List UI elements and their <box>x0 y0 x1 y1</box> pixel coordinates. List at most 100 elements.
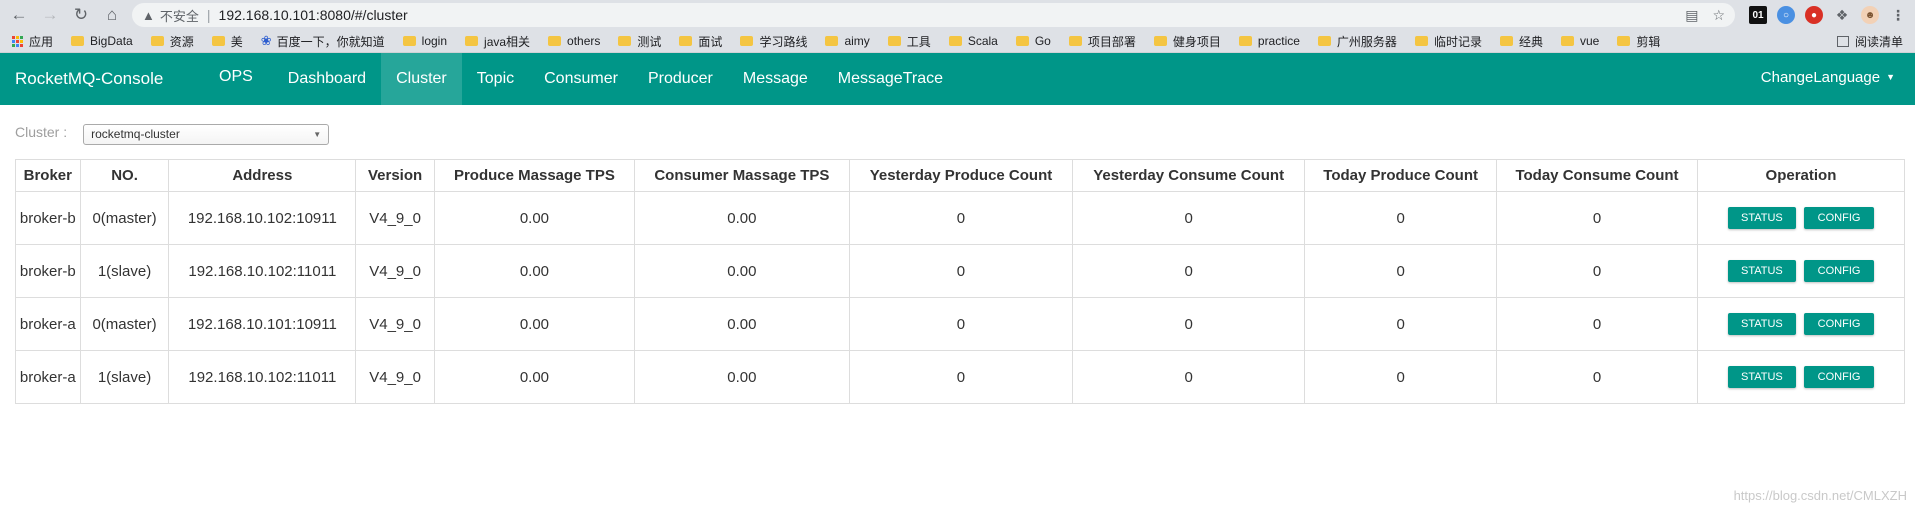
nav-label: Message <box>742 70 808 87</box>
bookmark-apps[interactable]: 应用 <box>12 33 53 50</box>
nav-cluster[interactable]: Cluster <box>381 53 462 105</box>
cell-today-produce: 0 <box>1304 244 1498 298</box>
bookmark-item[interactable]: 广州服务器 <box>1317 33 1397 50</box>
bookmark-item[interactable]: login <box>402 34 448 48</box>
bookmark-item[interactable]: practice <box>1238 34 1300 48</box>
bookmark-item[interactable]: 经典 <box>1499 33 1543 50</box>
translate-icon[interactable]: ▤ <box>1685 7 1698 24</box>
cell-operation: STATUS CONFIG <box>1696 191 1906 245</box>
extension-01-icon[interactable]: 01 <box>1749 6 1767 24</box>
cell-today-consume: 0 <box>1496 244 1698 298</box>
cell-yesterday-produce: 0 <box>848 297 1074 351</box>
nav-producer[interactable]: Producer <box>633 53 728 105</box>
config-button[interactable]: CONFIG <box>1804 313 1875 335</box>
star-icon[interactable]: ☆ <box>1712 7 1725 24</box>
cell-produce-tps: 0.00 <box>433 297 635 351</box>
bookmark-item[interactable]: 项目部署 <box>1068 33 1136 50</box>
bookmark-item[interactable]: BigData <box>71 34 133 48</box>
nav-message[interactable]: Message <box>728 53 823 105</box>
config-button[interactable]: CONFIG <box>1804 260 1875 282</box>
extension-search-icon[interactable]: ○ <box>1777 6 1795 24</box>
cell-version: V4_9_0 <box>355 191 435 245</box>
bookmark-item[interactable]: 工具 <box>887 33 931 50</box>
puzzle-icon[interactable]: ❖ <box>1833 6 1851 24</box>
nav-label: MessageTrace <box>837 70 944 87</box>
status-button[interactable]: STATUS <box>1727 313 1796 335</box>
nav-ops[interactable]: OPS <box>212 51 273 103</box>
back-icon[interactable]: ← <box>8 4 30 26</box>
cell-today-consume: 0 <box>1496 350 1698 404</box>
status-button[interactable]: STATUS <box>1727 207 1796 229</box>
nav-consumer[interactable]: Consumer <box>529 53 633 105</box>
extension-record-icon[interactable]: ● <box>1805 6 1823 24</box>
apps-grid-icon <box>12 35 23 47</box>
cell-operation: STATUS CONFIG <box>1696 244 1906 298</box>
chevron-down-icon: ▼ <box>313 129 322 139</box>
bookmark-item[interactable]: 学习路线 <box>740 33 807 50</box>
nav-topic[interactable]: Topic <box>462 53 529 105</box>
bookmark-label: vue <box>1579 34 1600 48</box>
bookmark-item[interactable]: 剪辑 <box>1617 33 1660 50</box>
brand-title[interactable]: RocketMQ-Console <box>0 69 212 89</box>
bookmark-item[interactable]: 面试 <box>679 33 722 50</box>
bookmark-label: Go <box>1034 34 1051 48</box>
caret-down-icon: ▼ <box>1886 72 1895 82</box>
bookmark-item[interactable]: java相关 <box>465 33 530 50</box>
header-broker: Broker <box>15 159 81 192</box>
header-today-produce: Today Produce Count <box>1304 159 1498 192</box>
bookmark-label: 健身项目 <box>1172 34 1221 49</box>
bookmark-item[interactable]: others <box>548 34 600 48</box>
bookmark-label: 工具 <box>906 34 931 49</box>
bookmark-item[interactable]: Go <box>1015 34 1051 48</box>
folder-icon <box>679 36 693 46</box>
header-produce-tps: Produce Massage TPS <box>433 159 635 192</box>
bookmark-label: 美 <box>230 34 243 49</box>
home-icon[interactable]: ⌂ <box>101 4 123 26</box>
folder-icon <box>1238 36 1252 46</box>
bookmark-item[interactable]: ❀ 百度一下，你就知道 <box>261 33 385 50</box>
status-button[interactable]: STATUS <box>1727 366 1796 388</box>
cell-yesterday-consume: 0 <box>1072 244 1306 298</box>
status-button[interactable]: STATUS <box>1727 260 1796 282</box>
cell-yesterday-consume: 0 <box>1072 191 1306 245</box>
folder-icon <box>402 36 416 46</box>
bookmark-item[interactable]: aimy <box>825 34 870 48</box>
nav-dashboard[interactable]: Dashboard <box>273 53 381 105</box>
url-text[interactable]: 192.168.10.101:8080/#/cluster <box>219 7 408 23</box>
bookmark-item[interactable]: 美 <box>211 33 243 50</box>
menu-icon[interactable]: ⋮ <box>1889 6 1907 24</box>
header-no: NO. <box>79 159 170 192</box>
bookmark-item[interactable]: 资源 <box>150 33 194 50</box>
folder-icon <box>825 36 839 46</box>
app-navbar: RocketMQ-Console OPS Dashboard Cluster T… <box>0 53 1915 105</box>
bookmark-label: login <box>421 34 448 48</box>
reload-icon[interactable]: ↻ <box>70 4 92 26</box>
change-language-dropdown[interactable]: ChangeLanguage ▼ <box>1761 69 1915 86</box>
nav-label: Topic <box>476 70 515 87</box>
cell-broker: broker-b <box>15 244 81 298</box>
reading-list-label: 阅读清单 <box>1854 34 1903 49</box>
bookmark-item[interactable]: vue <box>1560 34 1600 48</box>
config-button[interactable]: CONFIG <box>1804 366 1875 388</box>
nav-label: Producer <box>647 70 713 87</box>
config-button[interactable]: CONFIG <box>1804 207 1875 229</box>
cell-produce-tps: 0.00 <box>433 244 635 298</box>
reading-list[interactable]: 阅读清单 <box>1836 33 1903 50</box>
bookmark-item[interactable]: 健身项目 <box>1153 33 1221 50</box>
bookmark-label: 临时记录 <box>1433 34 1482 49</box>
cell-consumer-tps: 0.00 <box>633 191 850 245</box>
nav-messagetrace[interactable]: MessageTrace <box>823 53 958 105</box>
bookmark-label: Scala <box>967 34 998 48</box>
bookmark-item[interactable]: 临时记录 <box>1414 33 1482 50</box>
cell-consumer-tps: 0.00 <box>633 297 850 351</box>
cell-no: 1(slave) <box>79 244 170 298</box>
forward-icon[interactable]: → <box>39 4 61 26</box>
cell-today-produce: 0 <box>1304 297 1498 351</box>
address-bar[interactable]: ▲ 不安全 | 192.168.10.101:8080/#/cluster ▤ … <box>132 3 1735 27</box>
profile-avatar[interactable]: ☻ <box>1861 6 1879 24</box>
bookmark-item[interactable]: Scala <box>948 34 998 48</box>
cell-yesterday-produce: 0 <box>848 191 1074 245</box>
cluster-select[interactable]: rocketmq-cluster ▼ <box>83 123 330 145</box>
cell-broker: broker-a <box>15 297 81 351</box>
bookmark-item[interactable]: 测试 <box>618 33 661 50</box>
